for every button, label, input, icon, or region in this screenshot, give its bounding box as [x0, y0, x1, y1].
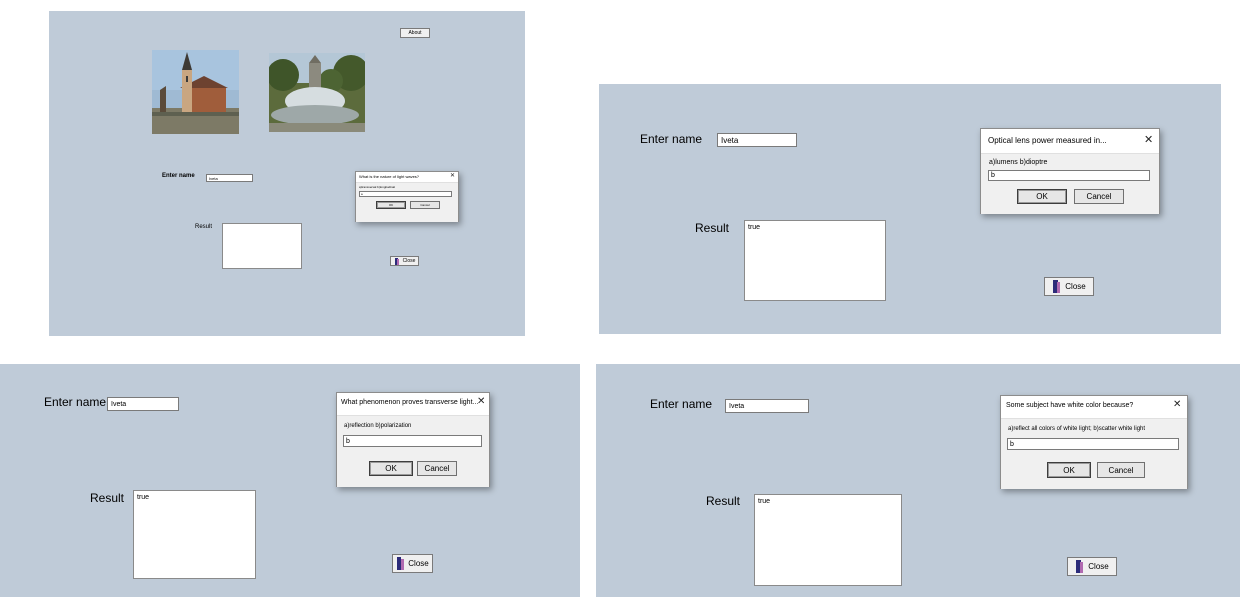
exit-door-icon	[394, 257, 399, 265]
result-memo[interactable]: true	[744, 220, 886, 301]
dialog-body: a)transversal b)longitudinal a OK Cancel	[356, 182, 458, 222]
dialog-title: What is the nature of light waves?	[359, 174, 420, 179]
enter-name-label: Enter name	[162, 173, 195, 179]
input-dialog: What is the nature of light waves? ✕ a)t…	[355, 171, 459, 222]
close-x-icon[interactable]: ✕	[477, 397, 485, 407]
dialog-ok-button[interactable]: OK	[376, 201, 406, 209]
form-window-4: Enter name Iveta Result true Close Some …	[596, 364, 1240, 597]
dialog-title: Optical lens power measured in...	[988, 136, 1107, 145]
input-dialog: What phenomenon proves transverse light.…	[336, 392, 490, 487]
form-window-1: About Enter name Iveta Result Close What…	[49, 11, 525, 336]
exit-door-icon	[1053, 280, 1061, 293]
close-button[interactable]: Close	[1067, 557, 1117, 576]
name-input[interactable]: Iveta	[206, 174, 253, 182]
input-dialog: Some subject have white color because? ✕…	[1000, 395, 1188, 489]
fountain-photo	[269, 53, 365, 132]
close-button[interactable]: Close	[1044, 277, 1094, 296]
dialog-cancel-button[interactable]: Cancel	[417, 461, 457, 476]
close-button-label: Close	[1088, 562, 1109, 571]
dialog-answer-input[interactable]: b	[1007, 438, 1179, 450]
exit-door-icon	[397, 557, 405, 570]
result-label: Result	[695, 221, 730, 235]
dialog-cancel-button[interactable]: Cancel	[1074, 189, 1124, 204]
close-x-icon[interactable]: ✕	[1173, 400, 1181, 410]
close-button[interactable]: Close	[390, 256, 419, 266]
close-button-label: Close	[402, 258, 416, 264]
name-input[interactable]: Iveta	[717, 133, 797, 147]
result-memo[interactable]: true	[754, 494, 902, 586]
form-window-2: Enter name Iveta Result true Close Optic…	[599, 84, 1221, 334]
dialog-body: a)reflect all colors of white light; b)s…	[1001, 418, 1187, 489]
result-memo[interactable]: true	[133, 490, 256, 579]
enter-name-label: Enter name	[640, 132, 703, 146]
name-input[interactable]: Iveta	[725, 399, 809, 413]
close-x-icon[interactable]: ✕	[450, 173, 455, 179]
result-label: Result	[90, 491, 125, 505]
dialog-cancel-button[interactable]: Cancel	[1097, 462, 1145, 478]
result-label: Result	[706, 494, 741, 508]
dialog-cancel-button[interactable]: Cancel	[410, 201, 440, 209]
dialog-ok-button[interactable]: OK	[369, 461, 413, 476]
close-button[interactable]: Close	[392, 554, 433, 573]
dialog-title: Some subject have white color because?	[1006, 402, 1134, 409]
dialog-title: What phenomenon proves transverse light.…	[341, 399, 479, 406]
dialog-options-text: a)reflection b)polarization	[344, 423, 412, 429]
dialog-ok-button[interactable]: OK	[1017, 189, 1067, 204]
result-memo[interactable]	[222, 223, 302, 269]
exit-door-icon	[1076, 560, 1084, 573]
dialog-body: a)reflection b)polarization b OK Cancel	[337, 415, 489, 487]
close-x-icon[interactable]: ✕	[1144, 134, 1153, 145]
input-dialog: Optical lens power measured in... ✕ a)lu…	[980, 128, 1160, 214]
dialog-answer-input[interactable]: b	[343, 435, 482, 447]
dialog-options-text: a)reflect all colors of white light; b)s…	[1008, 426, 1146, 432]
dialog-ok-button[interactable]: OK	[1047, 462, 1091, 478]
result-label: Result	[195, 224, 213, 230]
dialog-body: a)lumens b)dioptre b OK Cancel	[981, 153, 1159, 214]
about-button[interactable]: About	[400, 28, 430, 38]
enter-name-label: Enter name	[650, 397, 713, 411]
dialog-answer-input[interactable]: a	[359, 191, 452, 197]
name-input[interactable]: Iveta	[107, 397, 179, 411]
dialog-options-text: a)transversal b)longitudinal	[359, 185, 396, 189]
close-button-label: Close	[1065, 282, 1086, 291]
close-button-label: Close	[408, 559, 429, 568]
dialog-answer-input[interactable]: b	[988, 170, 1150, 181]
dialog-options-text: a)lumens b)dioptre	[989, 159, 1048, 166]
enter-name-label: Enter name	[44, 395, 107, 409]
form-window-3: Enter name Iveta Result true Close What …	[0, 364, 580, 597]
church-photo	[152, 50, 239, 134]
